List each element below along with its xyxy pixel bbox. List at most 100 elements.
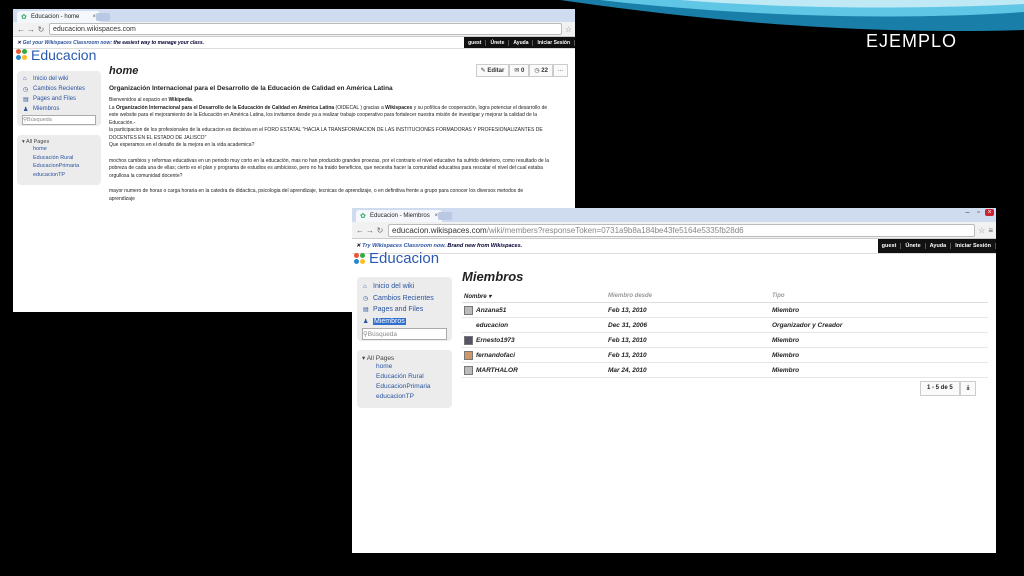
promo-bar: ✕ Get your Wikispaces Classroom now: the… [13,37,575,49]
nav-item-members[interactable]: ♟ Miembros [17,104,101,114]
member-name[interactable]: Ernesto1973 [476,337,515,344]
forward-icon[interactable]: → [26,25,36,34]
all-pages-panel: ▾ All Pages home Educación Rural Educaci… [357,350,452,408]
member-name[interactable]: Anzana51 [476,307,506,314]
wiki-nav-panel: ⌂ Inicio del wiki ◷ Cambios Recientes ▤ Pag… [357,277,452,341]
clock-icon: ◷ [363,295,369,302]
close-window-icon[interactable]: × [985,209,994,216]
page-link[interactable]: EducacionPrimaria [17,163,101,172]
address-bar[interactable]: educacion.wikispaces.com [49,23,562,35]
table-row: fernandofaci Feb 13, 2010 Miembro [462,347,988,363]
new-tab-button[interactable] [438,212,452,220]
join-link[interactable]: Únete [901,243,926,249]
page-link[interactable]: home [17,146,101,155]
slide-title: EJEMPLO [866,31,958,51]
member-name[interactable]: educacion [476,322,508,329]
login-link[interactable]: Iniciar Sesión [533,39,575,46]
column-header-name[interactable]: Nombre ▾ [462,290,606,303]
all-pages-toggle[interactable]: ▾ All Pages [17,135,101,146]
pagination: 1 - 5 de 5 ⤓ [920,381,977,396]
wiki-name: Educacion [369,250,440,267]
browser-toolbar: ← → ↻ educacion.wikispaces.com ☆ [13,22,575,37]
nav-item-recent-changes[interactable]: ◷ Cambios Recientes [357,293,452,305]
nav-item-recent-changes[interactable]: ◷ Cambios Recientes [17,84,101,94]
members-icon: ♟ [363,318,369,325]
page-icon: ▤ [363,307,369,314]
promo-bar: ✕ Try Wikispaces Classroom now. Brand ne… [352,239,996,254]
tab-bar: ✿ Educacion - home × [13,9,575,23]
avatar [464,350,473,360]
member-name[interactable]: MARTHALOR [476,367,518,374]
paragraph: la participacion de los profesionales de… [109,127,543,141]
edit-button[interactable]: ✎ Editar [475,64,510,77]
login-link[interactable]: Iniciar Sesión [951,243,996,249]
page-title: home [109,65,139,77]
page-actions: ✎ Editar ✉ 0 ◷ 22 ... [475,64,568,77]
wikipedia-link[interactable]: Wikipedia [169,97,192,103]
help-link[interactable]: Ayuda [509,39,534,46]
page-link[interactable]: home [357,363,452,373]
page-link[interactable]: Educación Rural [357,373,452,383]
url-path: /wiki/members?responseToken=0731a9b8a184… [486,225,744,235]
favicon-icon: ✿ [21,13,27,21]
search-input[interactable]: ⚲ Búsqueda [22,115,96,125]
nav-item-members[interactable]: ♟ Miembros [357,316,452,328]
forward-icon[interactable]: → [365,226,375,235]
nav-item-pages-files[interactable]: ▤ Pages and Files [357,304,452,316]
browser-tab[interactable]: ✿ Educacion - Miembros × [356,210,442,222]
member-since: Feb 13, 2010 [606,302,770,318]
address-bar[interactable]: educacion.wikispaces.com/wiki/members?re… [388,223,976,237]
clock-icon: ◷ [23,86,29,93]
back-icon[interactable]: ← [16,25,26,34]
menu-icon[interactable]: ≡ [988,226,993,235]
column-header-type[interactable]: Tipo [770,290,988,303]
wiki-logo[interactable]: Educacion [16,47,96,63]
table-row: MARTHALOR Mar 24, 2010 Miembro [462,362,988,378]
favicon-icon: ✿ [360,212,366,220]
nav-item-home[interactable]: ⌂ Inicio del wiki [17,74,101,84]
member-since: Mar 24, 2010 [606,362,770,378]
promo-link[interactable]: Get your Wikispaces Classroom now: [23,40,112,46]
member-since: Feb 13, 2010 [606,347,770,363]
reload-icon[interactable]: ↻ [36,25,46,34]
home-icon: ⌂ [23,76,27,82]
wiki-name: Educacion [31,47,97,63]
wiki-logo[interactable]: Educacion [354,250,439,267]
back-icon[interactable]: ← [355,226,365,235]
members-icon: ♟ [23,106,29,113]
member-name[interactable]: fernandofaci [476,352,515,359]
browser-tab[interactable]: ✿ Educacion - home × [17,11,100,23]
join-link[interactable]: Únete [486,39,510,46]
all-pages-panel: ▾ All Pages home Educación Rural Educaci… [17,135,101,185]
nav-item-home[interactable]: ⌂ Inicio del wiki [357,281,452,293]
member-type: Miembro [770,362,988,378]
page-link[interactable]: educacionTP [357,393,452,403]
promo-rest: Brand new from Wikispaces. [445,243,523,249]
minimize-icon[interactable]: – [963,209,972,216]
tab-title: Educacion - Miembros [370,213,430,219]
member-type: Miembro [770,332,988,348]
page-icon: ▤ [23,96,29,103]
more-button[interactable]: ... [552,64,568,77]
nav-item-pages-files[interactable]: ▤ Pages and Files [17,94,101,104]
page-link[interactable]: EducacionPrimaria [357,383,452,393]
help-link[interactable]: Ayuda [926,243,952,249]
all-pages-toggle[interactable]: ▾ All Pages [357,350,452,363]
paragraph: mayor numero de horas o carga horaria en… [109,188,524,202]
user-guest: guest [464,39,487,46]
comments-button[interactable]: ✉ 0 [509,64,530,77]
search-input[interactable]: ⚲ Búsqueda [362,328,447,340]
reload-icon[interactable]: ↻ [375,226,385,235]
history-button[interactable]: ◷ 22 [529,64,553,77]
bookmark-star-icon[interactable]: ☆ [978,226,985,235]
page-link[interactable]: educacionTP [17,172,101,181]
column-header-since[interactable]: Miembro desde [606,290,770,303]
bookmark-star-icon[interactable]: ☆ [565,25,572,34]
promo-rest: the easiest way to manage your class. [112,39,205,46]
download-icon[interactable]: ⤓ [959,381,977,396]
page-link[interactable]: Educación Rural [17,155,101,164]
url-text: educacion.wikispaces.com [53,25,136,33]
promo-link[interactable]: Try Wikispaces Classroom now. [362,243,446,249]
maximize-icon[interactable]: ▫ [974,209,983,216]
new-tab-button[interactable] [96,13,110,21]
